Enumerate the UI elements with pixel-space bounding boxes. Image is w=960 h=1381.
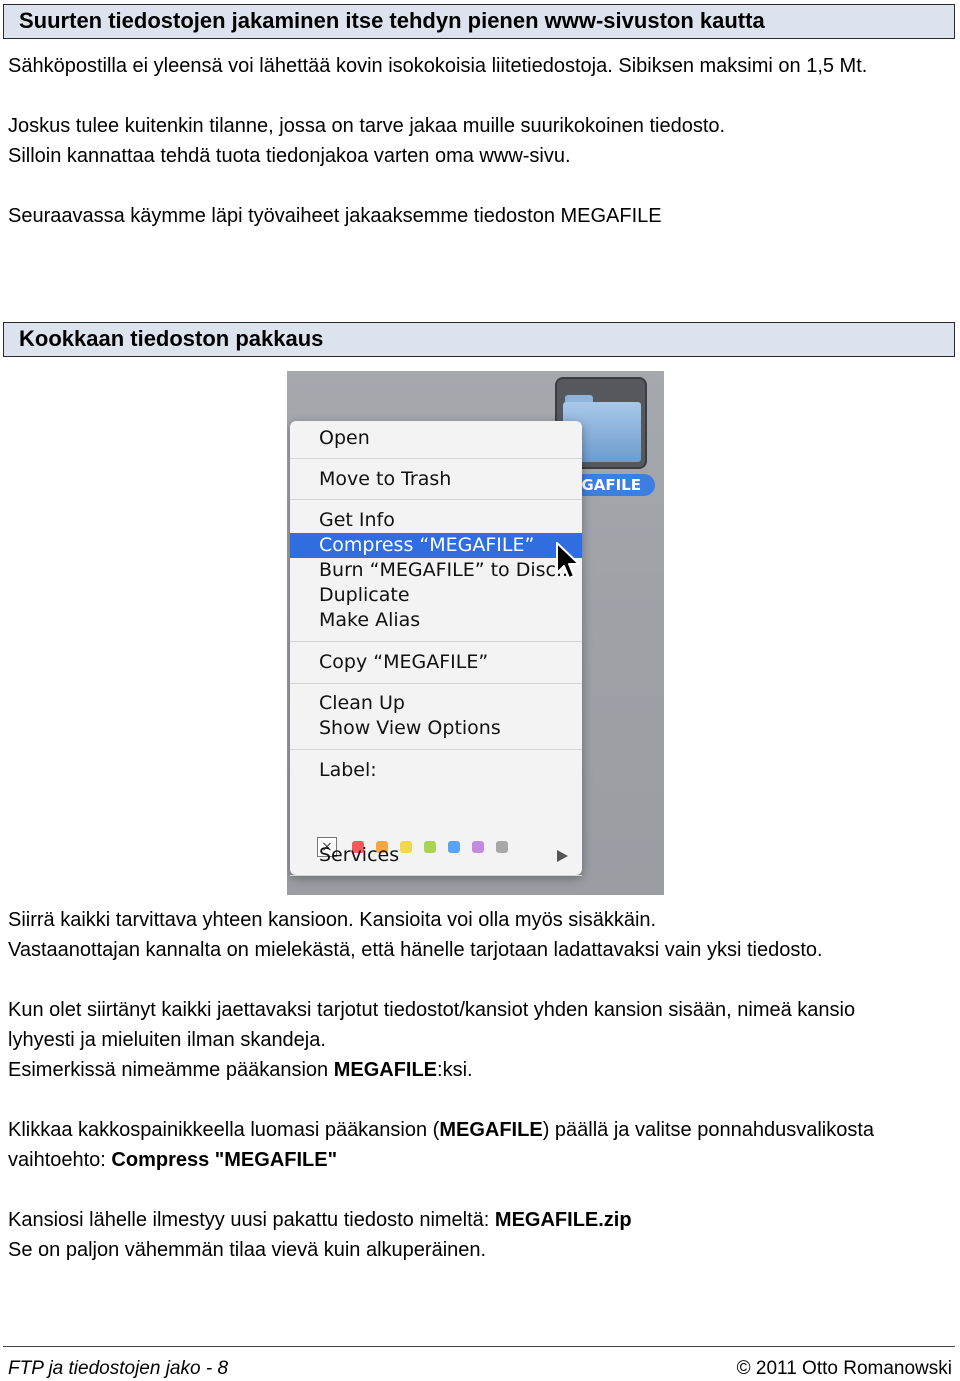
intro-line-3: Silloin kannattaa tehdä tuota tiedonjako… [8, 145, 571, 167]
menu-separator [290, 683, 582, 684]
menu-separator [290, 875, 582, 876]
menu-item-burn[interactable]: Burn “MEGAFILE” to Disc... [290, 558, 582, 583]
context-menu-screenshot: EGAFILE Open Move to Trash Get Info Comp… [287, 371, 664, 895]
footer-page-label: FTP ja tiedostojen jako - 8 [8, 1358, 229, 1379]
body-line-6: Klikkaa kakkospainikkeella luomasi pääka… [8, 1119, 875, 1141]
menu-item-open[interactable]: Open [290, 426, 582, 451]
section-heading-2: Kookkaan tiedoston pakkaus [3, 322, 955, 357]
body-line-2: Vastaanottajan kannalta on mielekästä, e… [8, 939, 823, 961]
menu-item-show-view-options[interactable]: Show View Options [290, 716, 582, 741]
body-line-7: vaihtoehto: Compress "MEGAFILE" [8, 1149, 338, 1171]
menu-item-services[interactable]: Services [290, 843, 582, 868]
body-line-5: Esimerkissä nimeämme pääkansion MEGAFILE… [8, 1059, 473, 1081]
menu-item-move-to-trash[interactable]: Move to Trash [290, 467, 582, 492]
footer-divider [3, 1346, 955, 1347]
mouse-pointer-icon [556, 542, 580, 579]
services-label: Services [319, 844, 400, 866]
body-line-4: lyhyesti ja mieluiten ilman skandeja. [8, 1029, 326, 1051]
section-heading-1: Suurten tiedostojen jakaminen itse tehdy… [3, 4, 955, 39]
menu-separator [290, 641, 582, 642]
menu-separator [290, 749, 582, 750]
menu-item-duplicate[interactable]: Duplicate [290, 583, 582, 608]
menu-separator [290, 499, 582, 500]
menu-item-copy[interactable]: Copy “MEGAFILE” [290, 650, 582, 675]
context-menu: Open Move to Trash Get Info Compress “ME… [290, 421, 582, 876]
submenu-arrow-icon [557, 850, 568, 862]
menu-item-compress[interactable]: Compress “MEGAFILE” [290, 533, 582, 558]
intro-line-1: Sähköpostilla ei yleensä voi lähettää ko… [8, 55, 868, 77]
intro-line-2: Joskus tulee kuitenkin tilanne, jossa on… [8, 115, 726, 137]
menu-item-label: Label: [319, 759, 377, 781]
footer-copyright: © 2011 Otto Romanowski [736, 1358, 952, 1379]
menu-item-get-info[interactable]: Get Info [290, 508, 582, 533]
body-line-3: Kun olet siirtänyt kaikki jaettavaksi ta… [8, 999, 856, 1021]
body-line-1: Siirrä kaikki tarvittava yhteen kansioon… [8, 909, 657, 931]
menu-item-clean-up[interactable]: Clean Up [290, 691, 582, 716]
body-line-8: Kansiosi lähelle ilmestyy uusi pakattu t… [8, 1209, 632, 1231]
body-line-9: Se on paljon vähemmän tilaa vievä kuin a… [8, 1239, 487, 1261]
menu-separator [290, 458, 582, 459]
intro-line-4: Seuraavassa käymme läpi työvaiheet jakaa… [8, 205, 662, 227]
menu-item-make-alias[interactable]: Make Alias [290, 608, 582, 633]
